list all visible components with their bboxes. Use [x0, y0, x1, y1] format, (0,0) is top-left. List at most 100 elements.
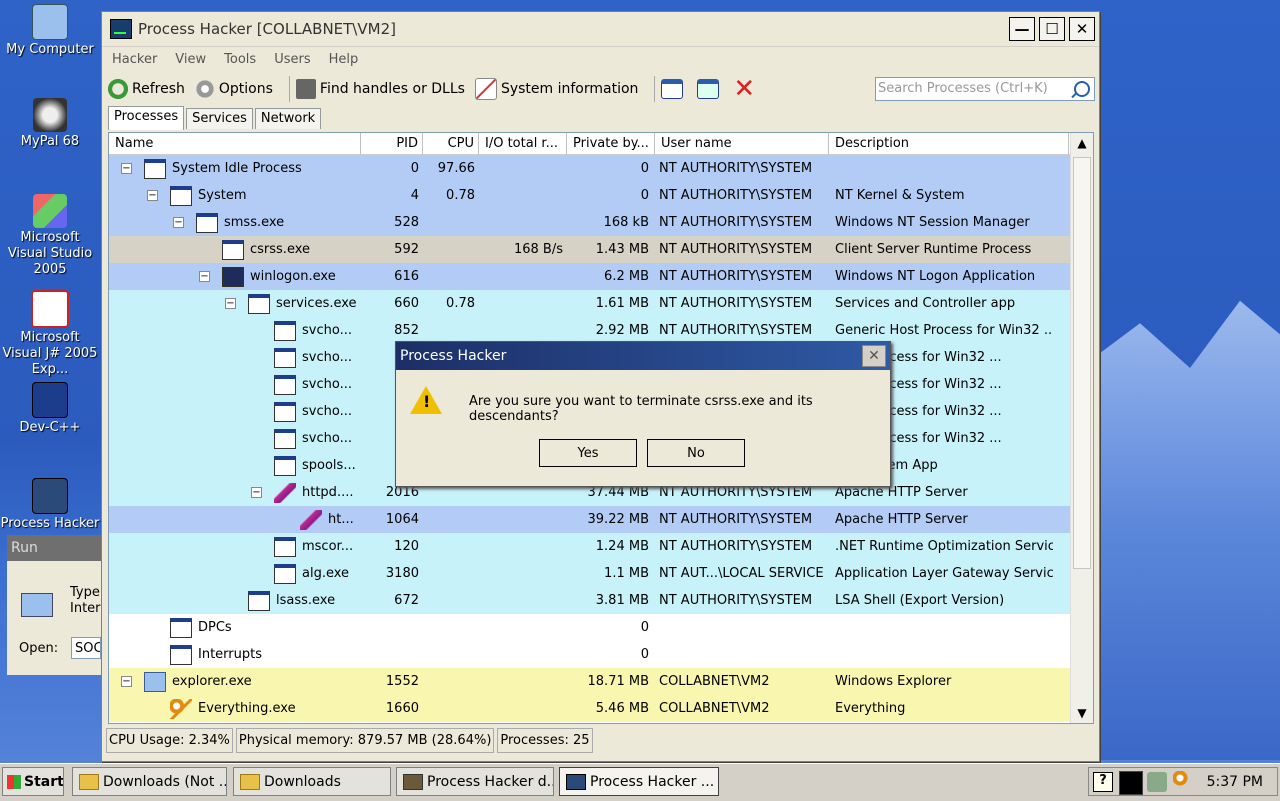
expand-toggle[interactable]: −: [225, 298, 236, 309]
table-row[interactable]: − services.exe 660 0.78 1.61 MB NT AUTHORITY\…: [109, 290, 1093, 317]
cell-user: NT AUTHORITY\SYSTEM: [659, 269, 813, 284]
process-name: winlogon.exe: [250, 269, 336, 284]
winlogon-icon: [222, 266, 244, 287]
scroll-thumb[interactable]: [1073, 157, 1091, 569]
taskbar-item-process-hacker-active[interactable]: Process Hacker ...: [559, 767, 719, 796]
expand-toggle[interactable]: −: [199, 271, 210, 282]
visual-jsharp-icon: [31, 290, 69, 328]
everything-search-icon[interactable]: [1173, 771, 1193, 791]
menu-hacker[interactable]: Hacker: [112, 52, 157, 67]
cell-priv: 39.22 MB: [587, 512, 649, 527]
expand-toggle[interactable]: −: [173, 217, 184, 228]
menu-help[interactable]: Help: [329, 52, 359, 67]
table-row[interactable]: − smss.exe 528 168 kB NT AUTHORITY\SYSTEM Win…: [109, 209, 1093, 236]
menu-users[interactable]: Users: [274, 52, 310, 67]
minimize-button[interactable]: —: [1009, 17, 1035, 41]
table-row[interactable]: Interrupts 0: [109, 641, 1093, 668]
cell-priv: 2.92 MB: [595, 323, 649, 338]
cell-name: svcho...: [109, 428, 361, 449]
menu-tools[interactable]: Tools: [224, 52, 256, 67]
cell-priv: 0: [640, 161, 649, 176]
desktop-icon-process-hacker[interactable]: Process Hacker: [0, 478, 100, 532]
table-row[interactable]: Everything.exe 1660 5.46 MB COLLABNET\VM2 Ev…: [109, 695, 1093, 722]
column-io[interactable]: I/O total r...: [479, 133, 567, 154]
expand-toggle[interactable]: −: [121, 163, 132, 174]
process-name: svcho...: [302, 323, 352, 338]
refresh-button[interactable]: Refresh: [108, 79, 185, 99]
desktop-icon-my-computer[interactable]: My Computer: [0, 4, 100, 58]
maximize-button[interactable]: ☐: [1039, 17, 1065, 41]
network-icon[interactable]: [1147, 772, 1167, 792]
process-window-icon: [274, 455, 296, 476]
desktop-icon-visual-studio[interactable]: Microsoft Visual Studio 2005: [0, 194, 100, 278]
taskbar-item-downloads-not[interactable]: Downloads (Not ...: [72, 767, 227, 796]
start-button[interactable]: Start: [2, 767, 64, 796]
table-row[interactable]: − System 4 0.78 0 NT AUTHORITY\SYSTEM NT Kerne…: [109, 182, 1093, 209]
dialog-close-button[interactable]: ✕: [862, 345, 886, 367]
desktop-icon-visual-jsharp[interactable]: Microsoft Visual J# 2005 Exp...: [0, 290, 100, 378]
chart-icon: [474, 78, 497, 100]
close-button[interactable]: ✕: [1069, 17, 1095, 41]
status-bar: CPU Usage: 2.34% Physical memory: 879.57…: [106, 728, 596, 753]
column-description[interactable]: Description: [829, 133, 1069, 154]
tab-services[interactable]: Services: [186, 108, 253, 129]
table-row[interactable]: − System Idle Process 0 97.66 0 NT AUTHORITY\…: [109, 155, 1093, 182]
cpu-graph-icon[interactable]: [1119, 771, 1143, 795]
find-handles-button[interactable]: Find handles or DLLs: [295, 79, 465, 99]
column-cpu[interactable]: CPU: [423, 133, 479, 154]
help-icon[interactable]: ?: [1093, 772, 1113, 792]
cell-name: mscor...: [109, 536, 361, 557]
process-name: services.exe: [276, 296, 357, 311]
column-pid[interactable]: PID: [361, 133, 423, 154]
taskbar-item-process-hacker-d[interactable]: Process Hacker d...: [396, 767, 554, 796]
tab-processes[interactable]: Processes: [108, 106, 185, 130]
table-row[interactable]: mscor... 120 1.24 MB NT AUTHORITY\SYSTEM .NE…: [109, 533, 1093, 560]
toolbar-separator-2: [654, 76, 656, 102]
terminate-button[interactable]: ✕: [733, 76, 757, 102]
vertical-scrollbar[interactable]: ▲ ▼: [1070, 133, 1093, 723]
cell-priv: 1.43 MB: [595, 242, 649, 257]
window-goto-button[interactable]: [697, 79, 723, 99]
column-name[interactable]: Name: [109, 133, 361, 154]
yes-button[interactable]: Yes: [539, 439, 637, 467]
cell-io: 168 B/s: [513, 242, 563, 257]
search-processes-input[interactable]: Search Processes (Ctrl+K): [875, 77, 1095, 101]
options-button[interactable]: Options: [194, 79, 273, 99]
table-row[interactable]: DPCs 0: [109, 614, 1093, 641]
desktop-icon-mypal[interactable]: MyPal 68: [0, 98, 100, 150]
tab-network[interactable]: Network: [254, 108, 322, 129]
cell-pid: 592: [394, 242, 419, 257]
title-bar[interactable]: Process Hacker [COLLABNET\VM2] — ☐ ✕: [102, 12, 1099, 47]
system-information-button[interactable]: System information: [474, 78, 638, 100]
window-tool-button[interactable]: [661, 79, 687, 99]
cell-name: svcho...: [109, 401, 361, 422]
expand-toggle[interactable]: −: [147, 190, 158, 201]
cell-cpu: 0.78: [446, 296, 475, 311]
expand-toggle[interactable]: −: [121, 676, 132, 687]
cell-name: − services.exe: [109, 293, 361, 314]
expand-toggle[interactable]: −: [251, 487, 262, 498]
my-computer-icon: [32, 4, 68, 40]
scroll-down-icon[interactable]: ▼: [1071, 703, 1093, 723]
table-row[interactable]: lsass.exe 672 3.81 MB NT AUTHORITY\SYSTEM LS…: [109, 587, 1093, 614]
table-row[interactable]: csrss.exe 592 168 B/s 1.43 MB NT AUTHORITY\S…: [109, 236, 1093, 263]
table-row[interactable]: ht... 1064 39.22 MB NT AUTHORITY\SYSTEM Apac…: [109, 506, 1093, 533]
column-user-name[interactable]: User name: [655, 133, 829, 154]
devcpp-icon: [32, 382, 68, 418]
system-tray: ? 5:37 PM: [1088, 767, 1278, 796]
no-button[interactable]: No: [647, 439, 745, 467]
cell-desc: Apache HTTP Server: [835, 485, 968, 500]
desktop-icon-devcpp[interactable]: Dev-C++: [0, 382, 100, 436]
table-row[interactable]: − winlogon.exe 616 6.2 MB NT AUTHORITY\SYSTE…: [109, 263, 1093, 290]
table-row[interactable]: svcho... 852 2.92 MB NT AUTHORITY\SYSTEM Gen…: [109, 317, 1093, 344]
menu-view[interactable]: View: [175, 52, 206, 67]
cell-pid: 1064: [385, 512, 419, 527]
process-name: smss.exe: [224, 215, 285, 230]
table-row[interactable]: alg.exe 3180 1.1 MB NT AUT...\LOCAL SERVICE…: [109, 560, 1093, 587]
table-row[interactable]: − explorer.exe 1552 18.71 MB COLLABNET\VM2 Wi…: [109, 668, 1093, 695]
column-private-bytes[interactable]: Private by...: [567, 133, 655, 154]
process-name: svcho...: [302, 350, 352, 365]
scroll-up-icon[interactable]: ▲: [1071, 133, 1093, 153]
run-open-input[interactable]: SOC: [71, 637, 101, 659]
taskbar-item-downloads[interactable]: Downloads: [233, 767, 391, 796]
